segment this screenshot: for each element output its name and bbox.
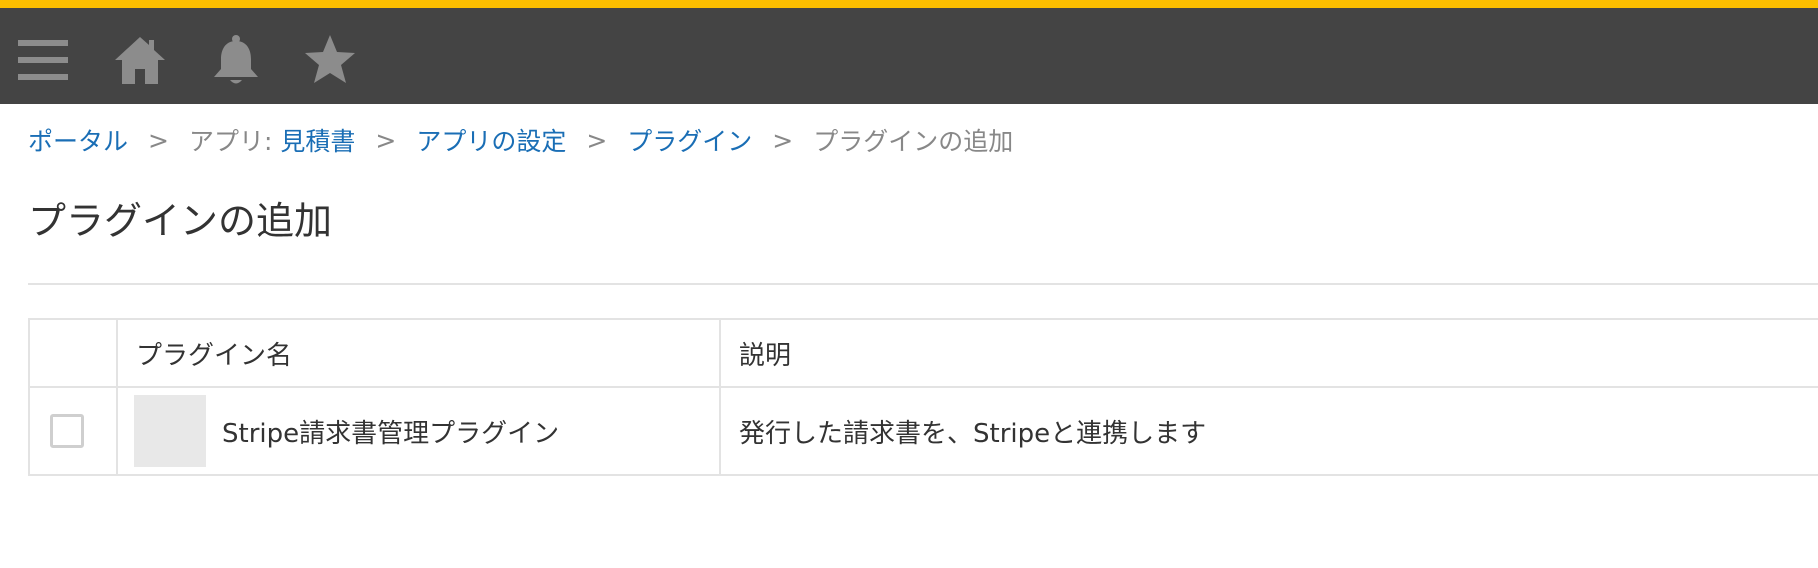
breadcrumb-portal-link[interactable]: ポータル [28, 122, 128, 158]
plugin-name-cell: Stripe請求書管理プラグイン [116, 386, 721, 476]
bell-icon[interactable] [208, 32, 264, 88]
breadcrumb-separator: > [148, 125, 169, 155]
breadcrumb-app-link[interactable]: 見積書 [280, 122, 355, 158]
column-header-select [28, 318, 118, 388]
page-title: プラグインの追加 [28, 199, 333, 243]
plugin-icon [134, 395, 206, 467]
home-icon[interactable] [112, 32, 168, 88]
table-header-row: プラグイン名 説明 [28, 318, 1818, 388]
column-header-plugin-name: プラグイン名 [116, 318, 721, 388]
table-row: Stripe請求書管理プラグイン 発行した請求書を、Stripeと連携します [28, 386, 1818, 476]
star-icon[interactable] [302, 32, 358, 88]
column-header-description: 説明 [719, 318, 1818, 388]
plugin-name: Stripe請求書管理プラグイン [222, 418, 560, 449]
plugin-table: プラグイン名 説明 Stripe請求書管理プラグイン 発行した請求書を、Stri… [28, 318, 1818, 476]
plugin-description: 発行した請求書を、Stripeと連携します [719, 386, 1818, 476]
breadcrumb-app-settings-link[interactable]: アプリの設定 [416, 122, 566, 158]
top-navigation-bar [0, 0, 1818, 104]
title-divider [28, 283, 1818, 285]
breadcrumb: ポータル > アプリ: 見積書 > アプリの設定 > プラグイン > プラグイン… [28, 122, 1013, 158]
plugin-select-checkbox[interactable] [50, 414, 84, 448]
breadcrumb-separator: > [772, 125, 794, 155]
breadcrumb-separator: > [586, 125, 608, 155]
breadcrumb-current: プラグインの追加 [813, 127, 1014, 156]
breadcrumb-plugins-link[interactable]: プラグイン [627, 122, 752, 158]
breadcrumb-separator: > [375, 125, 397, 155]
select-cell [28, 386, 118, 476]
breadcrumb-app-prefix: アプリ: [188, 127, 281, 156]
menu-icon[interactable] [16, 32, 72, 88]
